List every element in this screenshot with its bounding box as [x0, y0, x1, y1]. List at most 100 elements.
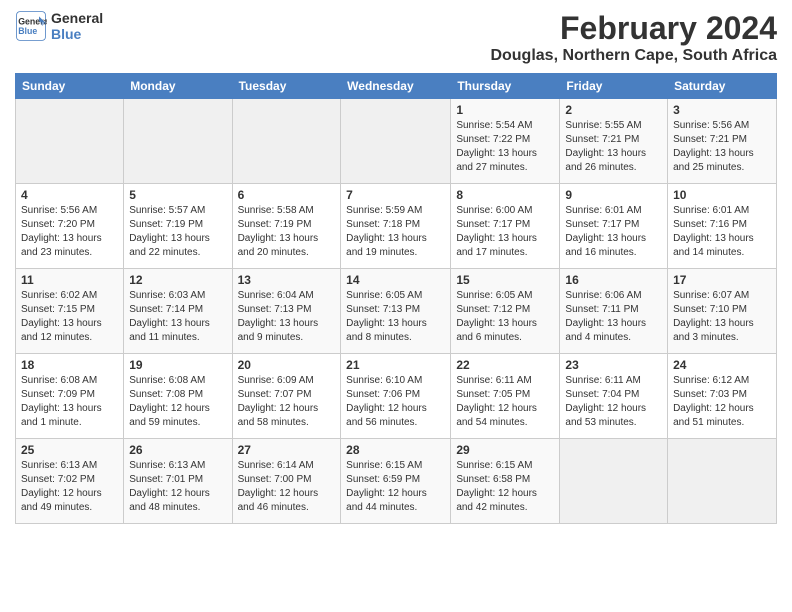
- calendar-cell: 29 Sunrise: 6:15 AM Sunset: 6:58 PM Dayli…: [451, 439, 560, 524]
- logo-general: General: [51, 10, 103, 26]
- day-info: Sunrise: 5:57 AM Sunset: 7:19 PM Dayligh…: [129, 204, 226, 260]
- day-info: Sunrise: 6:08 AM Sunset: 7:08 PM Dayligh…: [129, 374, 226, 430]
- day-info: Sunrise: 6:09 AM Sunset: 7:07 PM Dayligh…: [238, 374, 336, 430]
- calendar-cell: 24 Sunrise: 6:12 AM Sunset: 7:03 PM Dayli…: [668, 354, 777, 439]
- calendar-cell: 23 Sunrise: 6:11 AM Sunset: 7:04 PM Dayli…: [560, 354, 668, 439]
- day-info: Sunrise: 6:11 AM Sunset: 7:05 PM Dayligh…: [456, 374, 554, 430]
- calendar-cell: 27Sunrise: 6:14 AM Sunset: 7:00 PM Dayli…: [232, 439, 341, 524]
- day-info: Sunrise: 6:08 AM Sunset: 7:09 PM Dayligh…: [21, 374, 118, 430]
- day-number: 9: [565, 188, 662, 202]
- day-info: Sunrise: 6:06 AM Sunset: 7:11 PM Dayligh…: [565, 289, 662, 345]
- calendar-cell: 12 Sunrise: 6:03 AM Sunset: 7:14 PM Dayli…: [124, 269, 232, 354]
- day-info: Sunrise: 6:15 AM Sunset: 6:58 PM Dayligh…: [456, 459, 554, 515]
- calendar-cell: 3Sunrise: 5:56 AM Sunset: 7:21 PM Daylig…: [668, 99, 777, 184]
- day-number: 20: [238, 358, 336, 372]
- day-number: 2: [565, 103, 662, 117]
- calendar-cell: 19 Sunrise: 6:08 AM Sunset: 7:08 PM Dayli…: [124, 354, 232, 439]
- day-info: Sunrise: 5:56 AM Sunset: 7:20 PM Dayligh…: [21, 204, 118, 260]
- day-number: 1: [456, 103, 554, 117]
- calendar-week-row: 1 Sunrise: 5:54 AM Sunset: 7:22 PM Daylig…: [16, 99, 777, 184]
- day-number: 3: [673, 103, 771, 117]
- day-info: Sunrise: 6:15 AM Sunset: 6:59 PM Dayligh…: [346, 459, 445, 515]
- calendar-week-row: 25 Sunrise: 6:13 AM Sunset: 7:02 PM Dayli…: [16, 439, 777, 524]
- calendar-cell: 28 Sunrise: 6:15 AM Sunset: 6:59 PM Dayli…: [341, 439, 451, 524]
- calendar-cell: 15Sunrise: 6:05 AM Sunset: 7:12 PM Dayli…: [451, 269, 560, 354]
- day-number: 22: [456, 358, 554, 372]
- logo-blue: Blue: [51, 26, 103, 42]
- calendar-cell: [341, 99, 451, 184]
- svg-text:Blue: Blue: [18, 26, 37, 36]
- calendar-cell: 22 Sunrise: 6:11 AM Sunset: 7:05 PM Dayli…: [451, 354, 560, 439]
- day-number: 18: [21, 358, 118, 372]
- day-number: 12: [129, 273, 226, 287]
- calendar-cell: 20 Sunrise: 6:09 AM Sunset: 7:07 PM Dayli…: [232, 354, 341, 439]
- day-info: Sunrise: 6:04 AM Sunset: 7:13 PM Dayligh…: [238, 289, 336, 345]
- calendar-cell: [560, 439, 668, 524]
- calendar-cell: 17 Sunrise: 6:07 AM Sunset: 7:10 PM Dayli…: [668, 269, 777, 354]
- day-info: Sunrise: 6:11 AM Sunset: 7:04 PM Dayligh…: [565, 374, 662, 430]
- calendar-cell: 7 Sunrise: 5:59 AM Sunset: 7:18 PM Daylig…: [341, 184, 451, 269]
- calendar-cell: 11Sunrise: 6:02 AM Sunset: 7:15 PM Dayli…: [16, 269, 124, 354]
- calendar-cell: 8 Sunrise: 6:00 AM Sunset: 7:17 PM Daylig…: [451, 184, 560, 269]
- day-number: 4: [21, 188, 118, 202]
- calendar-cell: 5 Sunrise: 5:57 AM Sunset: 7:19 PM Daylig…: [124, 184, 232, 269]
- location-title: Douglas, Northern Cape, South Africa: [490, 47, 777, 65]
- day-number: 23: [565, 358, 662, 372]
- day-number: 26: [129, 443, 226, 457]
- weekday-header-tuesday: Tuesday: [232, 74, 341, 99]
- day-info: Sunrise: 5:59 AM Sunset: 7:18 PM Dayligh…: [346, 204, 445, 260]
- weekday-header-thursday: Thursday: [451, 74, 560, 99]
- day-info: Sunrise: 6:07 AM Sunset: 7:10 PM Dayligh…: [673, 289, 771, 345]
- calendar-cell: 10Sunrise: 6:01 AM Sunset: 7:16 PM Dayli…: [668, 184, 777, 269]
- day-info: Sunrise: 6:12 AM Sunset: 7:03 PM Dayligh…: [673, 374, 771, 430]
- day-number: 19: [129, 358, 226, 372]
- calendar-cell: 13 Sunrise: 6:04 AM Sunset: 7:13 PM Dayli…: [232, 269, 341, 354]
- day-info: Sunrise: 6:13 AM Sunset: 7:02 PM Dayligh…: [21, 459, 118, 515]
- day-info: Sunrise: 6:02 AM Sunset: 7:15 PM Dayligh…: [21, 289, 118, 345]
- day-number: 13: [238, 273, 336, 287]
- day-number: 28: [346, 443, 445, 457]
- day-number: 17: [673, 273, 771, 287]
- calendar-cell: 2 Sunrise: 5:55 AM Sunset: 7:21 PM Daylig…: [560, 99, 668, 184]
- calendar-cell: 4 Sunrise: 5:56 AM Sunset: 7:20 PM Daylig…: [16, 184, 124, 269]
- day-number: 8: [456, 188, 554, 202]
- day-info: Sunrise: 6:00 AM Sunset: 7:17 PM Dayligh…: [456, 204, 554, 260]
- weekday-header-monday: Monday: [124, 74, 232, 99]
- day-number: 10: [673, 188, 771, 202]
- calendar-header: SundayMondayTuesdayWednesdayThursdayFrid…: [16, 74, 777, 99]
- calendar-cell: 6 Sunrise: 5:58 AM Sunset: 7:19 PM Daylig…: [232, 184, 341, 269]
- calendar-cell: 1 Sunrise: 5:54 AM Sunset: 7:22 PM Daylig…: [451, 99, 560, 184]
- day-info: Sunrise: 6:10 AM Sunset: 7:06 PM Dayligh…: [346, 374, 445, 430]
- day-info: Sunrise: 5:54 AM Sunset: 7:22 PM Dayligh…: [456, 119, 554, 175]
- calendar-week-row: 18 Sunrise: 6:08 AM Sunset: 7:09 PM Dayli…: [16, 354, 777, 439]
- day-info: Sunrise: 6:03 AM Sunset: 7:14 PM Dayligh…: [129, 289, 226, 345]
- day-number: 25: [21, 443, 118, 457]
- calendar-week-row: 11Sunrise: 6:02 AM Sunset: 7:15 PM Dayli…: [16, 269, 777, 354]
- weekday-header-friday: Friday: [560, 74, 668, 99]
- day-number: 14: [346, 273, 445, 287]
- day-number: 29: [456, 443, 554, 457]
- day-info: Sunrise: 5:58 AM Sunset: 7:19 PM Dayligh…: [238, 204, 336, 260]
- page-header: General Blue General Blue February 2024 …: [15, 10, 777, 65]
- day-number: 6: [238, 188, 336, 202]
- day-number: 5: [129, 188, 226, 202]
- day-info: Sunrise: 6:01 AM Sunset: 7:17 PM Dayligh…: [565, 204, 662, 260]
- weekday-header-saturday: Saturday: [668, 74, 777, 99]
- calendar-cell: 16 Sunrise: 6:06 AM Sunset: 7:11 PM Dayli…: [560, 269, 668, 354]
- title-area: February 2024 Douglas, Northern Cape, So…: [490, 10, 777, 65]
- calendar-cell: 21 Sunrise: 6:10 AM Sunset: 7:06 PM Dayli…: [341, 354, 451, 439]
- logo-icon: General Blue: [15, 10, 47, 42]
- calendar-week-row: 4 Sunrise: 5:56 AM Sunset: 7:20 PM Daylig…: [16, 184, 777, 269]
- day-number: 24: [673, 358, 771, 372]
- day-info: Sunrise: 6:05 AM Sunset: 7:13 PM Dayligh…: [346, 289, 445, 345]
- calendar-cell: [232, 99, 341, 184]
- day-number: 21: [346, 358, 445, 372]
- day-number: 15: [456, 273, 554, 287]
- day-number: 16: [565, 273, 662, 287]
- weekday-row: SundayMondayTuesdayWednesdayThursdayFrid…: [16, 74, 777, 99]
- calendar-body: 1 Sunrise: 5:54 AM Sunset: 7:22 PM Daylig…: [16, 99, 777, 524]
- calendar-cell: 9 Sunrise: 6:01 AM Sunset: 7:17 PM Daylig…: [560, 184, 668, 269]
- day-number: 7: [346, 188, 445, 202]
- calendar-cell: [124, 99, 232, 184]
- day-info: Sunrise: 5:55 AM Sunset: 7:21 PM Dayligh…: [565, 119, 662, 175]
